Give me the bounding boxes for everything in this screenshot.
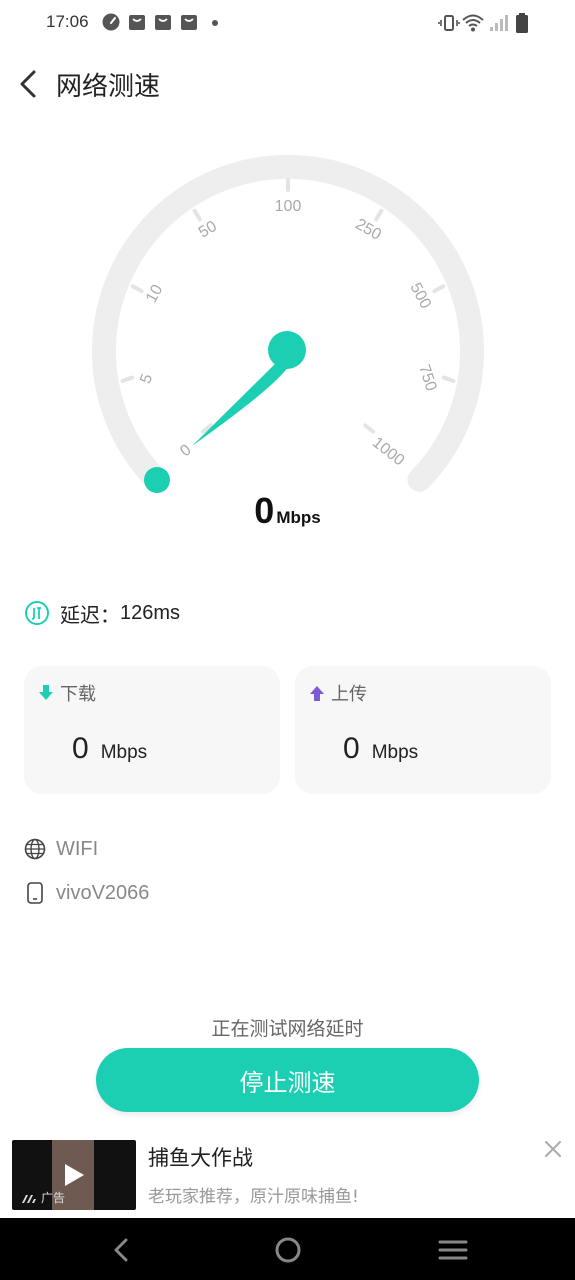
device-name: vivoV2066	[56, 881, 150, 904]
status-bar: 17:06	[0, 0, 575, 48]
download-value: 0	[72, 732, 89, 765]
upload-label: 上传	[331, 684, 367, 705]
vibrate-icon	[438, 15, 460, 31]
globe-icon	[24, 838, 46, 860]
nav-back-icon[interactable]	[106, 1234, 138, 1266]
latency-label: 延迟：	[60, 602, 120, 627]
upload-unit: Mbps	[371, 742, 419, 763]
gauge-tick-label: 0	[177, 441, 195, 460]
gauge-tick-label: 1000	[369, 434, 408, 469]
upload-arrow-icon	[310, 686, 324, 701]
download-label: 下载	[60, 684, 96, 705]
notification-bag-icon	[181, 15, 197, 30]
speed-gauge: 0 5 10 50 100 250 500 750 1000	[92, 154, 484, 493]
system-nav-bar	[0, 1218, 575, 1280]
gauge-tick-label: 5	[137, 372, 156, 386]
notification-bag-icon	[155, 15, 171, 30]
latency-value: 126ms	[120, 601, 181, 624]
nav-menu-icon[interactable]	[437, 1234, 469, 1266]
latency-row: 延迟： 126ms	[24, 598, 180, 628]
speedometer-icon	[102, 13, 120, 31]
gauge-needle	[192, 358, 291, 446]
download-arrow-icon	[39, 685, 53, 700]
upload-value: 0	[343, 732, 360, 765]
play-icon[interactable]	[60, 1162, 86, 1188]
ad-logo-icon	[22, 1194, 36, 1203]
ad-subtitle: 老玩家推荐，原汁原味捕鱼!	[148, 1187, 359, 1207]
page-title: 网络测速	[56, 72, 161, 102]
ad-badge-label: 广告	[41, 1191, 66, 1205]
nav-home-icon[interactable]	[272, 1234, 304, 1266]
gauge-pivot	[268, 331, 306, 369]
ad-title[interactable]: 捕鱼大作战	[148, 1142, 253, 1172]
gauge-tick-label: 750	[415, 363, 439, 394]
gauge-tick-label: 500	[406, 280, 434, 312]
close-icon[interactable]	[542, 1138, 564, 1160]
network-type: WIFI	[56, 837, 99, 860]
network-type-row: WIFI	[24, 834, 98, 864]
ad-badge: 广告	[22, 1189, 65, 1206]
gauge-tick-label: 100	[275, 198, 302, 215]
wifi-icon	[462, 14, 484, 32]
back-button[interactable]	[14, 64, 46, 104]
gauge-tick-label: 10	[143, 282, 166, 306]
notification-bag-icon	[129, 15, 145, 30]
upload-card: 上传 0 Mbps	[295, 666, 551, 794]
speed-readout: 0 Mbps	[0, 490, 575, 532]
download-unit: Mbps	[100, 742, 148, 763]
gauge-tick-label: 50	[196, 218, 220, 242]
ad-banner[interactable]: 广告 捕鱼大作战 老玩家推荐，原汁原味捕鱼!	[0, 1130, 575, 1218]
signal-icon	[490, 15, 508, 31]
stop-test-button[interactable]: 停止测速	[96, 1048, 479, 1112]
battery-icon	[516, 13, 528, 33]
phone-icon	[27, 882, 43, 904]
dot-icon	[212, 20, 218, 26]
download-card: 下载 0 Mbps	[24, 666, 280, 794]
speed-unit: Mbps	[276, 508, 321, 527]
latency-icon	[25, 601, 49, 625]
test-status-text: 正在测试网络延时	[211, 1018, 364, 1040]
status-time: 17:06	[46, 12, 89, 31]
speed-value: 0	[254, 490, 275, 531]
gauge-tick-label: 250	[352, 216, 384, 244]
ad-thumbnail[interactable]: 广告	[12, 1140, 136, 1210]
device-row: vivoV2066	[24, 878, 149, 908]
